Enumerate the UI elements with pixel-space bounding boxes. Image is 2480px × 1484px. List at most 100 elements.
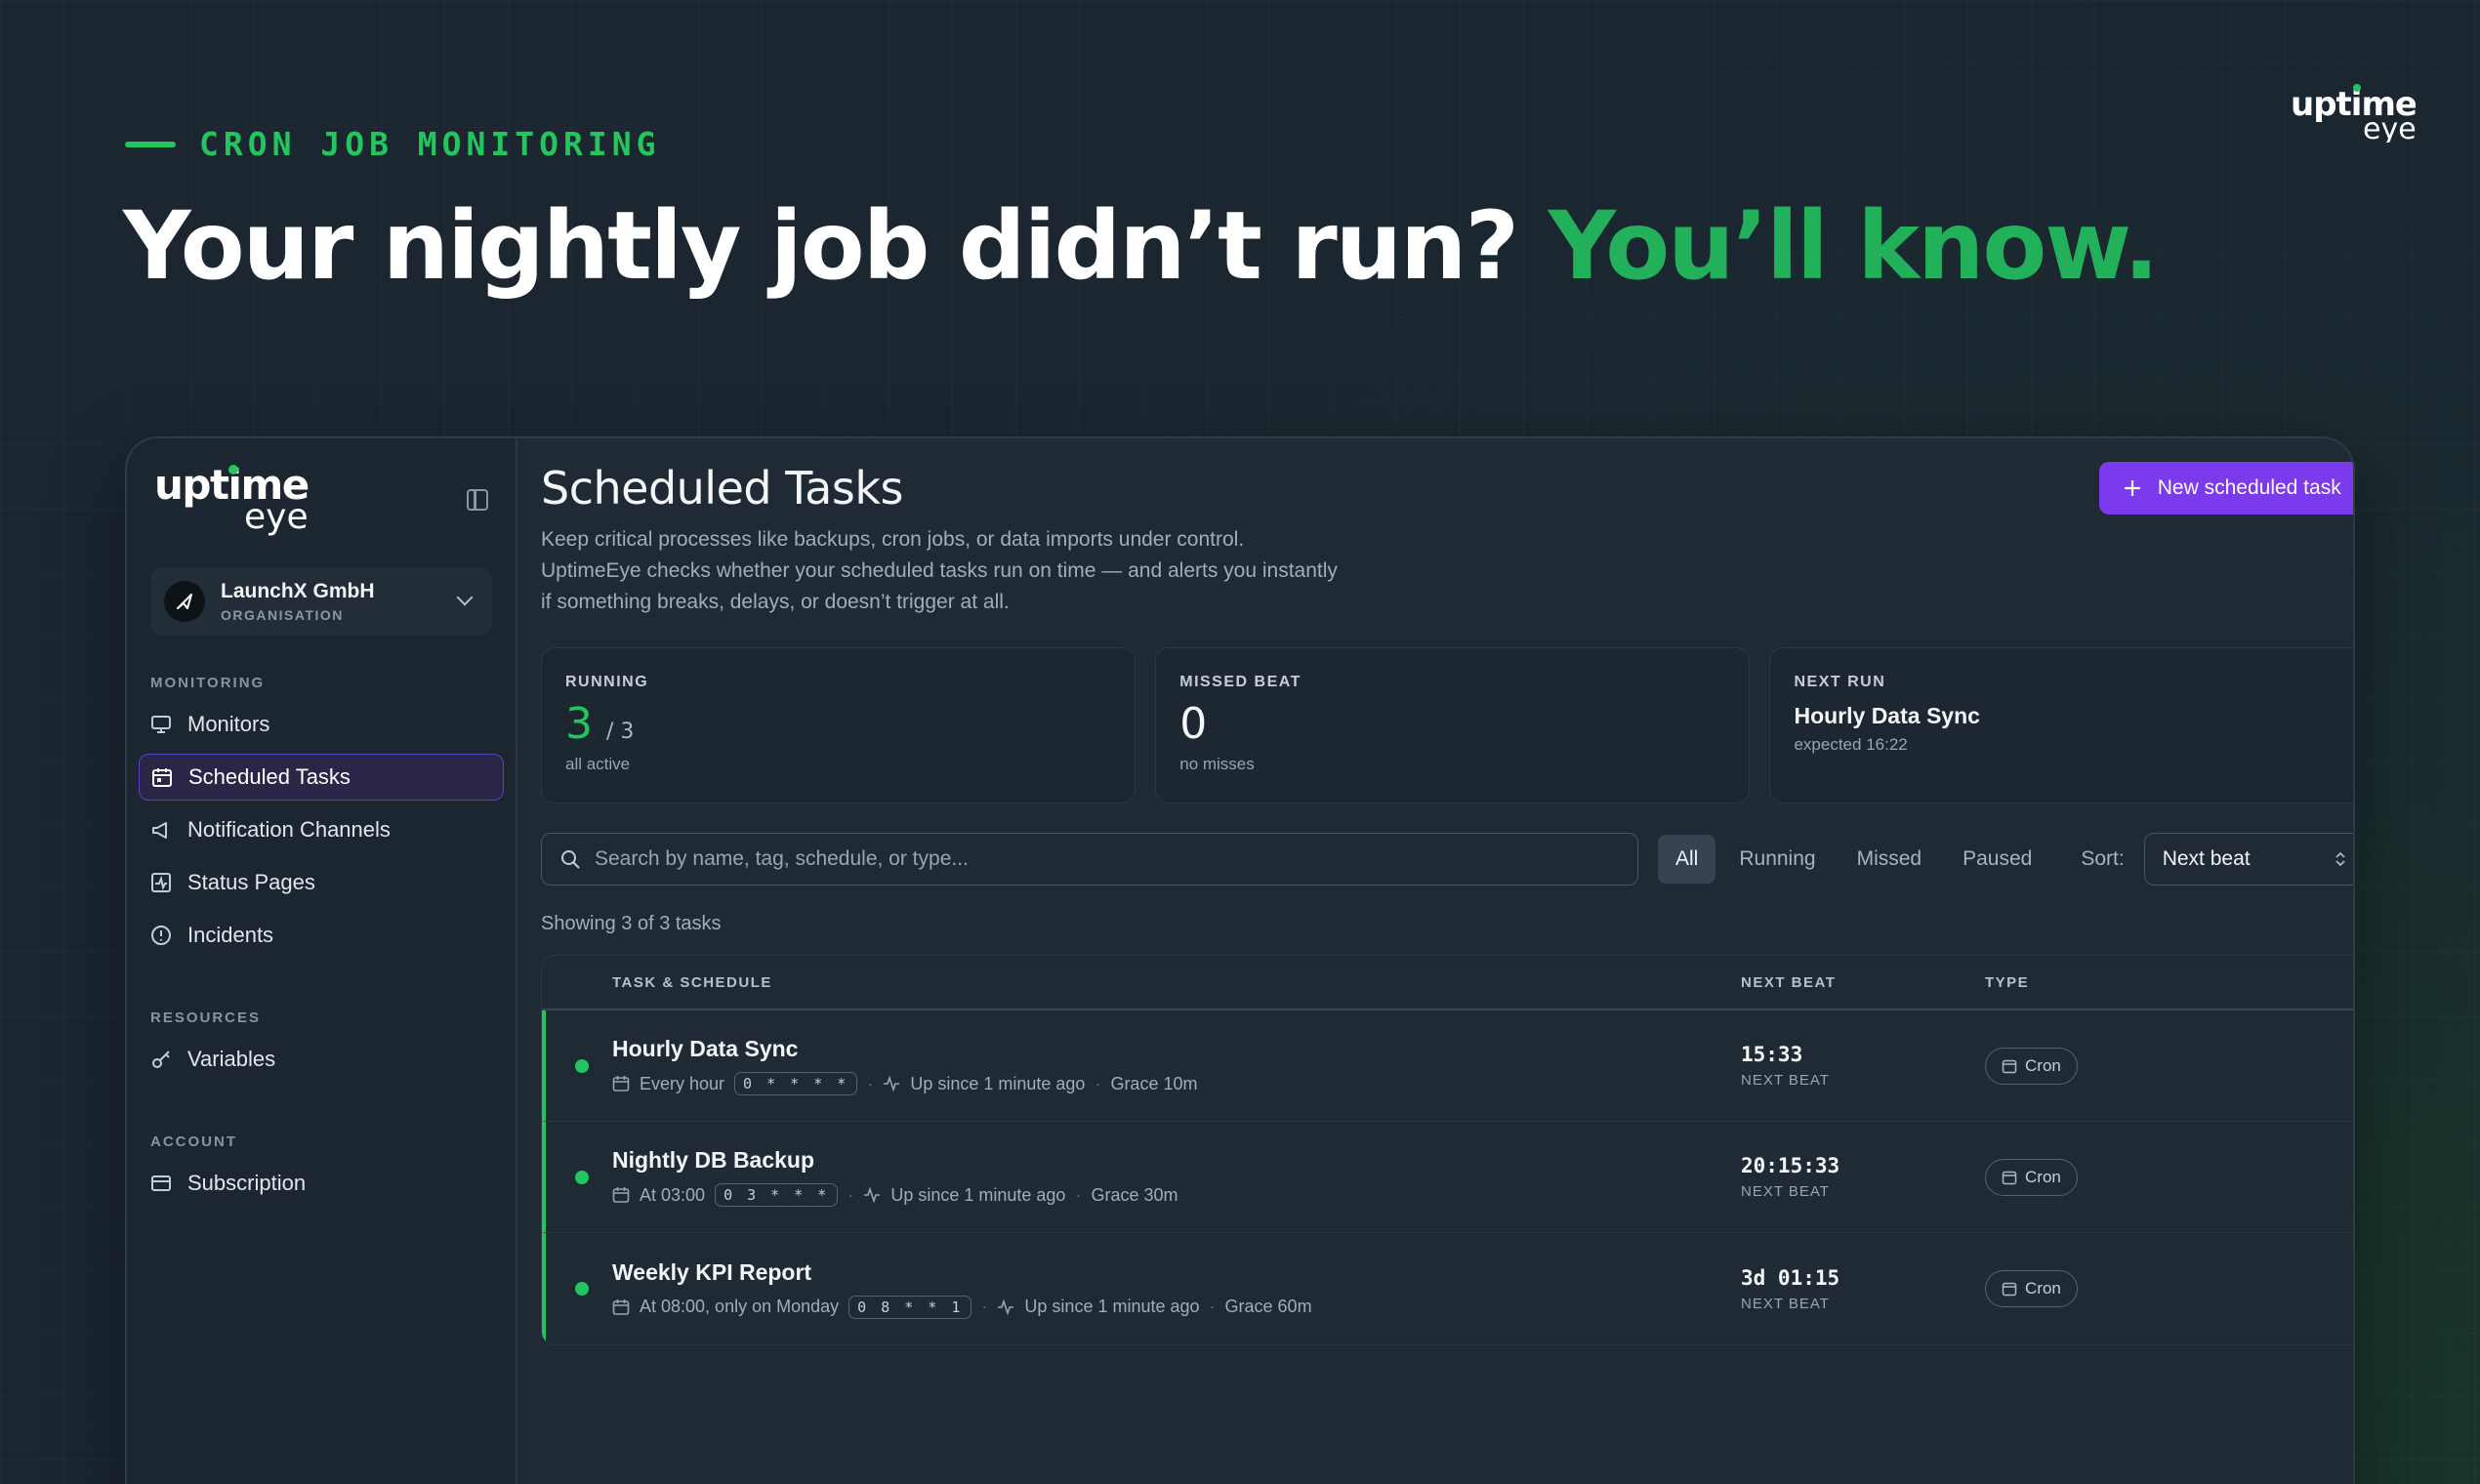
eyebrow-dash bbox=[125, 141, 176, 147]
search-placeholder: Search by name, tag, schedule, or type..… bbox=[595, 847, 969, 870]
cron-expression: 0 8 * * 1 bbox=[848, 1295, 972, 1319]
sidebar-item-label: Monitors bbox=[187, 712, 270, 736]
separator-dot: · bbox=[867, 1073, 874, 1093]
task-name: Nightly DB Backup bbox=[612, 1147, 815, 1173]
app-logo-icon: uptime eye bbox=[154, 461, 310, 537]
task-meta: At 08:00, only on Monday 0 8 * * 1 · Up … bbox=[612, 1295, 1741, 1319]
next-run-task: Hourly Data Sync bbox=[1794, 703, 1980, 728]
sidebar-item-label: Variables bbox=[187, 1047, 276, 1071]
sort-label: Sort: bbox=[2081, 847, 2125, 870]
schedule-text: At 08:00, only on Monday bbox=[640, 1297, 840, 1316]
filter-all[interactable]: All bbox=[1658, 835, 1716, 884]
type-badge: Cron bbox=[1985, 1158, 2078, 1196]
stat-card-next-run: NEXT RUN Hourly Data Sync expected 16:22 bbox=[1769, 647, 2353, 804]
headline-accent: You’ll know. bbox=[1548, 191, 2159, 301]
filter-running[interactable]: Running bbox=[1721, 835, 1833, 884]
task-count: Showing 3 of 3 tasks bbox=[541, 913, 722, 934]
new-scheduled-task-button[interactable]: New scheduled task bbox=[2098, 462, 2353, 515]
org-avatar bbox=[164, 581, 205, 622]
search-input[interactable]: Search by name, tag, schedule, or type..… bbox=[541, 833, 1638, 886]
table-row[interactable]: Hourly Data Sync Every hour 0 * * * * · … bbox=[542, 1010, 2353, 1122]
status-dot bbox=[575, 1058, 589, 1073]
table-row[interactable]: Weekly KPI Report At 08:00, only on Mond… bbox=[542, 1233, 2353, 1344]
hero-eyebrow: CRON JOB MONITORING bbox=[125, 125, 661, 163]
chevron-updown-icon bbox=[2335, 851, 2345, 867]
eyebrow-text: CRON JOB MONITORING bbox=[199, 125, 661, 163]
sort-value: Next beat bbox=[2162, 847, 2251, 870]
sidebar-item-status-pages[interactable]: Status Pages bbox=[139, 859, 504, 906]
headline-main: Your nightly job didn’t run? bbox=[123, 191, 1549, 301]
cron-expression: 0 * * * * bbox=[734, 1072, 858, 1095]
sidebar-item-label: Status Pages bbox=[187, 870, 315, 894]
next-beat-time: 15:33 bbox=[1741, 1043, 1803, 1066]
stat-sub: no misses bbox=[1179, 755, 1255, 773]
type-badge: Cron bbox=[1985, 1270, 2078, 1307]
stat-label: RUNNING bbox=[565, 674, 649, 690]
next-beat-time: 3d 01:15 bbox=[1741, 1265, 1840, 1290]
search-icon bbox=[561, 850, 580, 869]
separator-dot: · bbox=[847, 1184, 854, 1205]
grace-text: Grace 60m bbox=[1224, 1297, 1312, 1316]
svg-text:eye: eye bbox=[2363, 112, 2416, 143]
stat-label: NEXT RUN bbox=[1794, 674, 1886, 690]
sidebar-item-incidents[interactable]: Incidents bbox=[139, 912, 504, 959]
megaphone-icon bbox=[150, 819, 172, 841]
pulse-icon bbox=[883, 1075, 900, 1092]
filter-paused[interactable]: Paused bbox=[1945, 835, 2049, 884]
pulse-icon bbox=[863, 1186, 881, 1204]
grace-text: Grace 10m bbox=[1110, 1073, 1198, 1093]
table-header: TASK & SCHEDULE NEXT BEAT TYPE bbox=[542, 956, 2353, 1010]
grace-text: Grace 30m bbox=[1091, 1184, 1178, 1205]
calendar-icon bbox=[2002, 1059, 2017, 1073]
separator-dot: · bbox=[1209, 1297, 1216, 1316]
sidebar-item-variables[interactable]: Variables bbox=[139, 1036, 504, 1083]
task-name: Weekly KPI Report bbox=[612, 1258, 812, 1285]
pulse-icon bbox=[997, 1298, 1014, 1316]
task-name: Hourly Data Sync bbox=[612, 1036, 799, 1061]
sidebar-collapse-icon[interactable] bbox=[467, 489, 488, 511]
next-beat-label: NEXT BEAT bbox=[1741, 1295, 1830, 1312]
plus-icon bbox=[2124, 479, 2140, 497]
sidebar-item-label: Incidents bbox=[187, 923, 274, 947]
type-badge: Cron bbox=[1985, 1047, 2078, 1085]
sidebar-item-subscription[interactable]: Subscription bbox=[139, 1160, 504, 1207]
filter-missed[interactable]: Missed bbox=[1839, 835, 1940, 884]
toolbar: Search by name, tag, schedule, or type..… bbox=[541, 833, 2353, 886]
section-label-resources: RESOURCES bbox=[150, 1010, 262, 1026]
sidebar-item-monitors[interactable]: Monitors bbox=[139, 701, 504, 748]
stat-value: 3 / 3 bbox=[565, 699, 635, 749]
chevron-down-icon bbox=[456, 589, 474, 606]
schedule-text: At 03:00 bbox=[640, 1184, 706, 1205]
task-meta: At 03:00 0 3 * * * · Up since 1 minute a… bbox=[612, 1183, 1741, 1207]
separator-dot: · bbox=[981, 1297, 988, 1316]
rocket-icon bbox=[177, 594, 192, 609]
stat-value: 0 bbox=[1179, 699, 1208, 749]
calendar-icon bbox=[612, 1075, 630, 1092]
table-row[interactable]: Nightly DB Backup At 03:00 0 3 * * * · U… bbox=[542, 1122, 2353, 1233]
calendar-icon bbox=[612, 1298, 630, 1316]
uptime-text: Up since 1 minute ago bbox=[1024, 1297, 1200, 1316]
stat-total: / 3 bbox=[606, 720, 635, 744]
stat-card-missed: MISSED BEAT 0 no misses bbox=[1155, 647, 1751, 804]
sidebar: uptime eye LaunchX GmbH ORGANISATION MON… bbox=[127, 438, 517, 1484]
activity-icon bbox=[150, 872, 172, 893]
sidebar-item-scheduled-tasks[interactable]: Scheduled Tasks bbox=[139, 754, 504, 801]
org-switcher[interactable]: LaunchX GmbH ORGANISATION bbox=[150, 567, 492, 636]
section-label-account: ACCOUNT bbox=[150, 1134, 237, 1150]
header-type: TYPE bbox=[1985, 973, 2030, 991]
section-label-monitoring: MONITORING bbox=[150, 675, 266, 691]
sort-select[interactable]: Next beat bbox=[2143, 833, 2353, 886]
tasks-table: TASK & SCHEDULE NEXT BEAT TYPE Hourly Da… bbox=[541, 955, 2353, 1345]
calendar-icon bbox=[2002, 1282, 2017, 1297]
hero-headline: Your nightly job didn’t run? You’ll know… bbox=[123, 191, 2159, 301]
corner-logo: uptime eye bbox=[2289, 82, 2418, 147]
uptime-text: Up since 1 minute ago bbox=[910, 1073, 1086, 1093]
org-name: LaunchX GmbH bbox=[221, 580, 375, 602]
org-type: ORGANISATION bbox=[221, 607, 344, 623]
sidebar-item-notification-channels[interactable]: Notification Channels bbox=[139, 806, 504, 853]
calendar-icon bbox=[2002, 1171, 2017, 1184]
schedule-text: Every hour bbox=[640, 1073, 725, 1093]
new-button-label: New scheduled task bbox=[2157, 476, 2341, 499]
uptime-text: Up since 1 minute ago bbox=[890, 1184, 1066, 1205]
sidebar-item-label: Scheduled Tasks bbox=[188, 764, 351, 789]
